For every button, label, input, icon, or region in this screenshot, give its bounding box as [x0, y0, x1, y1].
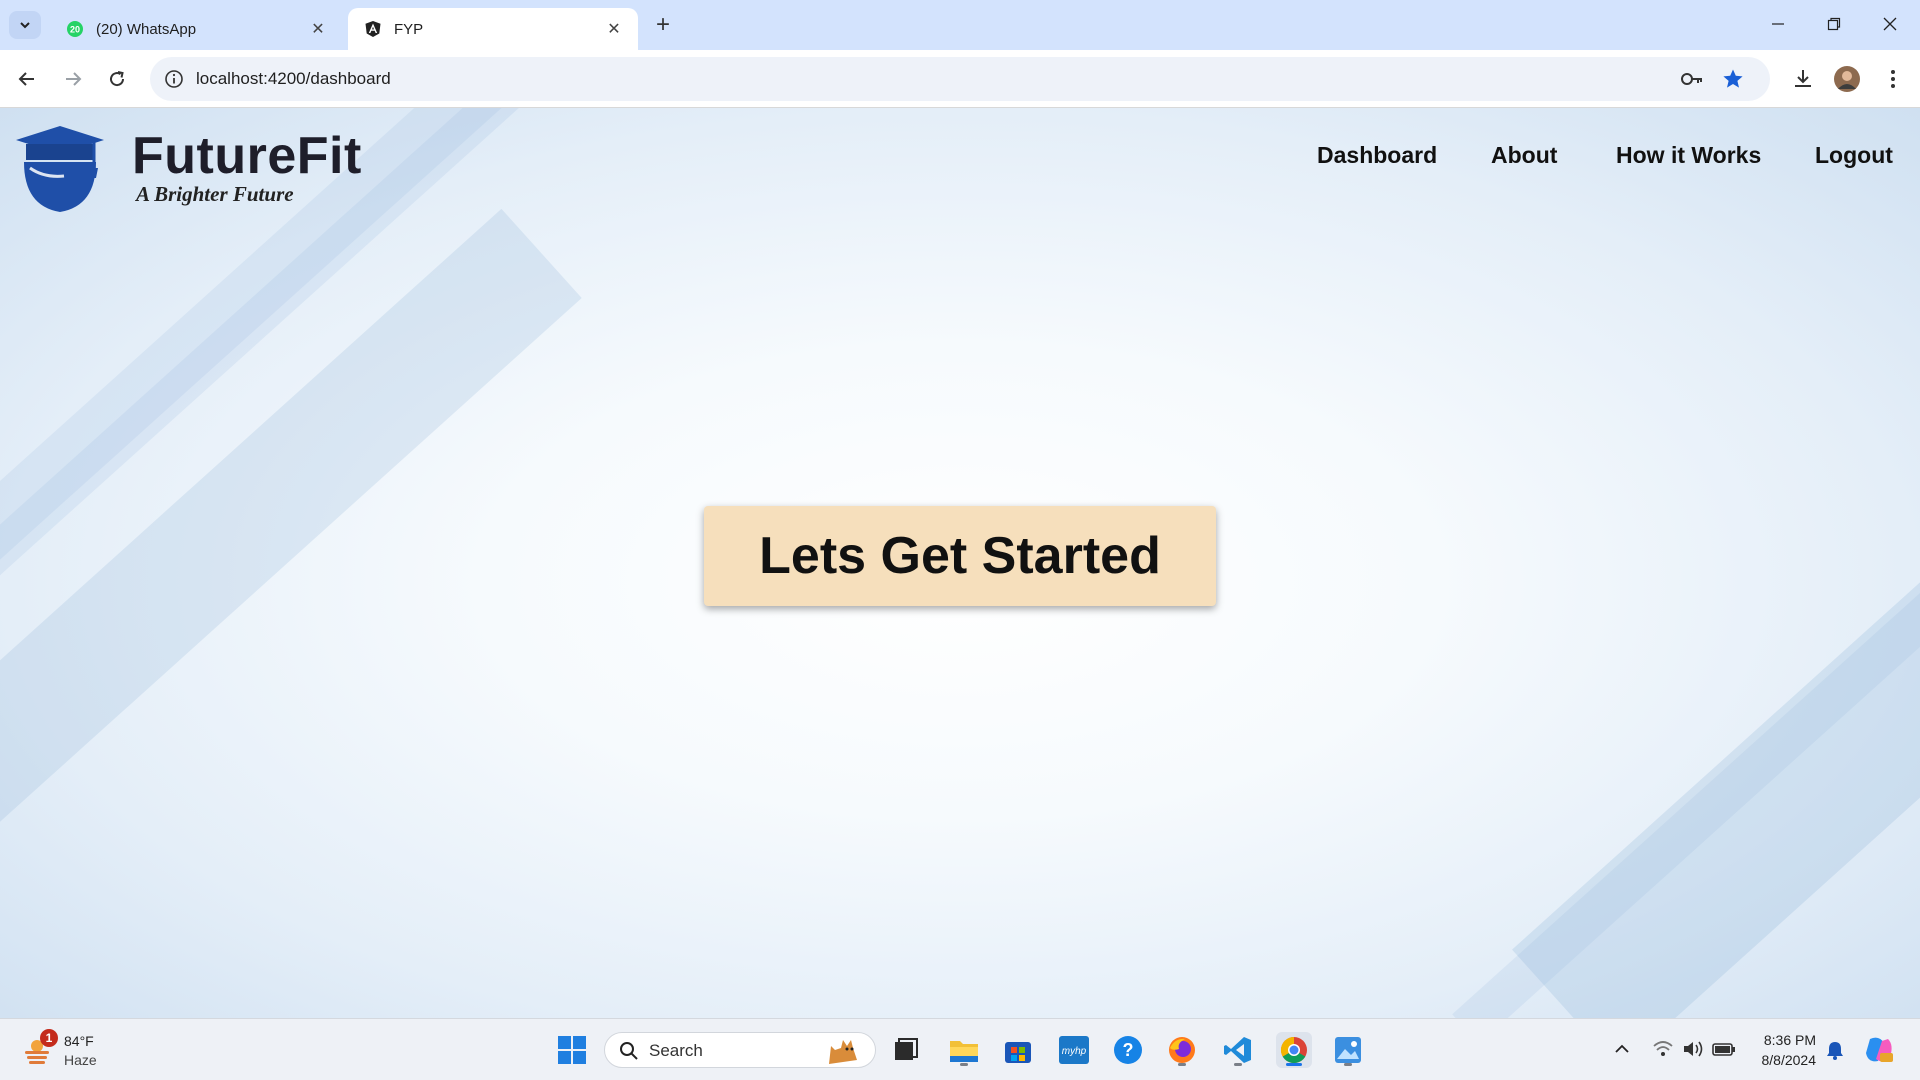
cat-search-highlight-icon — [829, 1040, 857, 1064]
battery-icon[interactable] — [1712, 1040, 1736, 1058]
running-indicator — [1178, 1063, 1186, 1066]
firefox-button[interactable] — [1164, 1032, 1200, 1068]
graduation-cap-logo-icon[interactable] — [14, 122, 106, 214]
task-view-icon — [895, 1038, 918, 1060]
close-icon[interactable]: ✕ — [308, 19, 328, 39]
nav-logout[interactable]: Logout — [1815, 142, 1893, 169]
chevron-up-icon[interactable] — [1614, 1043, 1630, 1055]
nav-how-it-works[interactable]: How it Works — [1616, 142, 1761, 169]
file-explorer-button[interactable] — [946, 1032, 982, 1068]
running-indicator — [1234, 1063, 1242, 1066]
tab-title: (20) WhatsApp — [96, 20, 197, 38]
weather-badge: 1 — [40, 1029, 58, 1047]
close-icon — [1883, 17, 1897, 31]
running-indicator — [1344, 1063, 1352, 1066]
chevron-down-icon — [20, 22, 30, 29]
clock-time[interactable]: 8:36 PM — [1740, 1032, 1816, 1048]
close-icon[interactable]: ✕ — [604, 19, 624, 39]
myhp-icon: myhp — [1059, 1036, 1089, 1064]
menu-button[interactable] — [1878, 64, 1908, 94]
brand-tagline: A Brighter Future — [136, 182, 294, 206]
weather-widget[interactable]: 1 84°F Haze — [16, 1029, 126, 1073]
downloads-button[interactable] — [1788, 64, 1818, 94]
vscode-icon — [1224, 1037, 1251, 1063]
avatar — [1834, 66, 1860, 92]
taskbar-search[interactable]: Search — [604, 1032, 876, 1068]
new-tab-button[interactable]: + — [650, 12, 676, 38]
myhp-button[interactable]: myhp — [1056, 1032, 1092, 1068]
store-icon — [1005, 1042, 1031, 1063]
photos-button[interactable] — [1330, 1032, 1366, 1068]
get-help-button[interactable]: ? — [1110, 1032, 1146, 1068]
whatsapp-badge: 20 — [70, 25, 80, 35]
bookmark-star-icon[interactable] — [1722, 68, 1744, 90]
folder-icon — [950, 1041, 978, 1062]
reload-button[interactable] — [102, 64, 132, 94]
windows-taskbar: 1 84°F Haze Search myhp ? 8:36 PM 8/8/20… — [0, 1018, 1920, 1080]
vscode-button[interactable] — [1220, 1032, 1256, 1068]
photos-icon — [1335, 1037, 1361, 1063]
info-icon[interactable] — [164, 69, 184, 89]
profile-button[interactable] — [1832, 64, 1862, 94]
search-placeholder: Search — [649, 1041, 703, 1060]
tab-search-button[interactable] — [9, 11, 41, 39]
nav-about[interactable]: About — [1491, 142, 1557, 169]
firefox-icon — [1169, 1037, 1195, 1063]
key-icon[interactable] — [1680, 69, 1704, 89]
reload-icon — [110, 71, 125, 87]
tab-whatsapp[interactable]: 20 (20) WhatsApp ✕ — [50, 8, 342, 50]
copilot-icon[interactable] — [1864, 1035, 1894, 1065]
nav-dashboard[interactable]: Dashboard — [1317, 142, 1437, 169]
minimize-icon — [1772, 23, 1784, 25]
clock-date[interactable]: 8/8/2024 — [1740, 1052, 1817, 1068]
back-button[interactable] — [12, 64, 42, 94]
background-stripe — [0, 208, 582, 968]
help-icon: ? — [1114, 1036, 1142, 1064]
browser-tab-strip: 20 (20) WhatsApp ✕ FYP ✕ + — [0, 0, 1920, 50]
whatsapp-icon: 20 — [67, 21, 83, 37]
svg-text:?: ? — [1123, 1040, 1134, 1060]
restore-button[interactable] — [1814, 8, 1854, 40]
weather-temp: 84°F — [64, 1033, 94, 1049]
browser-toolbar: localhost:4200/dashboard — [0, 50, 1920, 108]
chrome-button[interactable] — [1276, 1032, 1312, 1068]
chrome-icon — [1280, 1036, 1307, 1064]
tab-fyp[interactable]: FYP ✕ — [348, 8, 638, 50]
microsoft-store-button[interactable] — [1000, 1032, 1036, 1068]
active-indicator — [1286, 1063, 1302, 1066]
minimize-button[interactable] — [1758, 8, 1798, 40]
restore-icon — [1827, 17, 1841, 31]
dashboard-page: FutureFit A Brighter Future Dashboard Ab… — [0, 108, 1920, 1018]
url-text[interactable]: localhost:4200/dashboard — [196, 69, 391, 89]
address-bar[interactable]: localhost:4200/dashboard — [150, 57, 1770, 101]
brand-name[interactable]: FutureFit — [132, 126, 362, 186]
download-icon — [1795, 70, 1811, 87]
search-icon — [620, 1042, 638, 1060]
get-started-button[interactable]: Lets Get Started — [704, 506, 1216, 606]
task-view-button[interactable] — [888, 1032, 924, 1068]
windows-icon — [558, 1036, 586, 1064]
running-indicator — [960, 1063, 968, 1066]
wifi-icon[interactable] — [1652, 1040, 1674, 1058]
start-button[interactable] — [554, 1032, 590, 1068]
arrow-left-icon — [18, 72, 34, 86]
more-vertical-icon — [1891, 70, 1895, 88]
angular-icon — [365, 21, 381, 37]
notification-bell-icon[interactable] — [1826, 1040, 1844, 1060]
weather-desc: Haze — [64, 1052, 97, 1068]
arrow-right-icon — [66, 72, 82, 86]
close-window-button[interactable] — [1870, 8, 1910, 40]
tab-title: FYP — [394, 20, 424, 38]
svg-text:myhp: myhp — [1062, 1046, 1087, 1057]
volume-icon[interactable] — [1682, 1039, 1704, 1059]
forward-button[interactable] — [58, 64, 88, 94]
